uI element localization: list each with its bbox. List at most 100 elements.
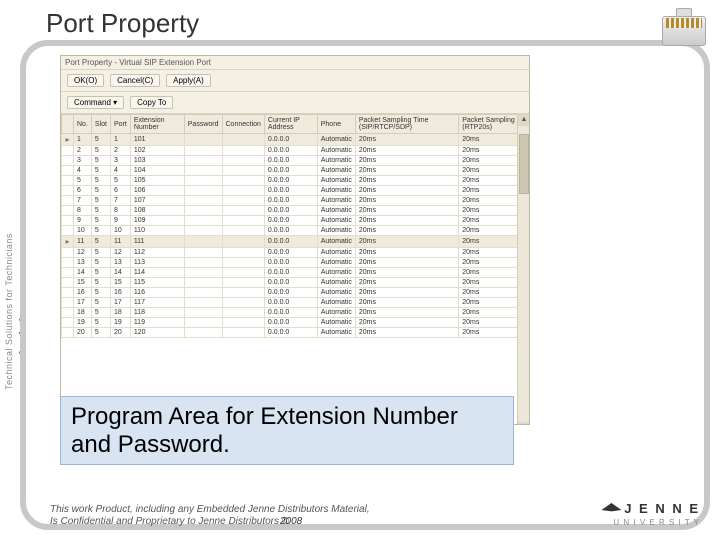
table-cell[interactable] bbox=[184, 318, 222, 328]
table-cell[interactable] bbox=[222, 156, 264, 166]
table-row[interactable]: 125121120.0.0.0Automatic20ms20ms bbox=[62, 248, 529, 258]
table-cell[interactable] bbox=[184, 146, 222, 156]
table-cell[interactable]: Automatic bbox=[317, 328, 355, 338]
table-cell[interactable]: 119 bbox=[130, 318, 184, 328]
table-cell[interactable]: 0.0.0.0 bbox=[264, 288, 317, 298]
table-cell[interactable] bbox=[184, 278, 222, 288]
table-cell[interactable]: Automatic bbox=[317, 156, 355, 166]
table-cell[interactable]: 6 bbox=[74, 186, 92, 196]
table-row[interactable]: 3531030.0.0.0Automatic20ms20ms bbox=[62, 156, 529, 166]
table-cell[interactable]: 20ms bbox=[355, 248, 458, 258]
table-cell[interactable]: 5 bbox=[91, 206, 110, 216]
column-header[interactable]: Port bbox=[110, 115, 130, 134]
table-cell[interactable]: 110 bbox=[130, 226, 184, 236]
table-cell[interactable] bbox=[62, 308, 74, 318]
table-cell[interactable] bbox=[184, 176, 222, 186]
table-cell[interactable]: Automatic bbox=[317, 134, 355, 146]
table-cell[interactable]: 10 bbox=[74, 226, 92, 236]
table-cell[interactable]: 20ms bbox=[355, 134, 458, 146]
table-cell[interactable] bbox=[62, 156, 74, 166]
table-cell[interactable]: Automatic bbox=[317, 146, 355, 156]
table-cell[interactable]: 118 bbox=[130, 308, 184, 318]
table-cell[interactable]: 113 bbox=[130, 258, 184, 268]
table-cell[interactable]: 0.0.0.0 bbox=[264, 236, 317, 248]
table-cell[interactable]: 18 bbox=[74, 308, 92, 318]
table-row[interactable]: 2521020.0.0.0Automatic20ms20ms bbox=[62, 146, 529, 156]
table-cell[interactable] bbox=[222, 288, 264, 298]
table-cell[interactable] bbox=[222, 186, 264, 196]
table-cell[interactable] bbox=[222, 236, 264, 248]
table-cell[interactable]: 20 bbox=[110, 328, 130, 338]
column-header[interactable]: Extension Number bbox=[130, 115, 184, 134]
table-cell[interactable]: 5 bbox=[74, 176, 92, 186]
table-cell[interactable]: 5 bbox=[91, 166, 110, 176]
table-cell[interactable]: 0.0.0.0 bbox=[264, 216, 317, 226]
column-header[interactable]: Connection bbox=[222, 115, 264, 134]
table-cell[interactable]: 0.0.0.0 bbox=[264, 196, 317, 206]
column-header[interactable]: Slot bbox=[91, 115, 110, 134]
column-header[interactable]: Current IP Address bbox=[264, 115, 317, 134]
table-cell[interactable] bbox=[222, 216, 264, 226]
table-cell[interactable]: 117 bbox=[130, 298, 184, 308]
table-cell[interactable]: 116 bbox=[130, 288, 184, 298]
table-cell[interactable]: 109 bbox=[130, 216, 184, 226]
table-cell[interactable] bbox=[62, 186, 74, 196]
table-row[interactable]: ▸1511010.0.0.0Automatic20ms20ms bbox=[62, 134, 529, 146]
table-cell[interactable]: 11 bbox=[110, 236, 130, 248]
table-cell[interactable]: 0.0.0.0 bbox=[264, 226, 317, 236]
table-cell[interactable]: 5 bbox=[91, 176, 110, 186]
table-row[interactable]: 6561060.0.0.0Automatic20ms20ms bbox=[62, 186, 529, 196]
table-cell[interactable] bbox=[184, 216, 222, 226]
table-cell[interactable] bbox=[62, 248, 74, 258]
table-cell[interactable]: 20ms bbox=[355, 268, 458, 278]
table-cell[interactable] bbox=[222, 318, 264, 328]
scroll-down-arrow-icon[interactable]: ▼ bbox=[518, 422, 529, 425]
table-cell[interactable] bbox=[62, 328, 74, 338]
table-cell[interactable]: 5 bbox=[91, 216, 110, 226]
table-cell[interactable] bbox=[62, 298, 74, 308]
table-cell[interactable] bbox=[184, 236, 222, 248]
table-row[interactable]: 4541040.0.0.0Automatic20ms20ms bbox=[62, 166, 529, 176]
scroll-up-arrow-icon[interactable]: ▲ bbox=[518, 114, 529, 126]
table-cell[interactable]: 5 bbox=[91, 248, 110, 258]
table-cell[interactable]: 20ms bbox=[355, 186, 458, 196]
table-cell[interactable]: 4 bbox=[74, 166, 92, 176]
table-cell[interactable]: 13 bbox=[110, 258, 130, 268]
table-cell[interactable]: 3 bbox=[110, 156, 130, 166]
column-header[interactable] bbox=[62, 115, 74, 134]
table-cell[interactable]: 20ms bbox=[355, 156, 458, 166]
table-cell[interactable]: 104 bbox=[130, 166, 184, 176]
table-cell[interactable]: 5 bbox=[110, 176, 130, 186]
table-cell[interactable]: 0.0.0.0 bbox=[264, 156, 317, 166]
table-cell[interactable]: 20ms bbox=[355, 278, 458, 288]
table-cell[interactable]: 16 bbox=[110, 288, 130, 298]
table-cell[interactable]: 9 bbox=[74, 216, 92, 226]
table-cell[interactable]: 5 bbox=[91, 288, 110, 298]
table-row[interactable]: 105101100.0.0.0Automatic20ms20ms bbox=[62, 226, 529, 236]
table-cell[interactable]: 115 bbox=[130, 278, 184, 288]
column-header[interactable]: Phone bbox=[317, 115, 355, 134]
table-row[interactable]: 205201200.0.0.0Automatic20ms20ms bbox=[62, 328, 529, 338]
table-cell[interactable]: Automatic bbox=[317, 236, 355, 248]
table-cell[interactable]: Automatic bbox=[317, 196, 355, 206]
table-cell[interactable]: 8 bbox=[110, 206, 130, 216]
table-cell[interactable]: 15 bbox=[110, 278, 130, 288]
table-cell[interactable]: 5 bbox=[91, 186, 110, 196]
table-cell[interactable]: 14 bbox=[74, 268, 92, 278]
copyto-button[interactable]: Copy To bbox=[130, 96, 173, 109]
table-cell[interactable]: 0.0.0.0 bbox=[264, 146, 317, 156]
table-cell[interactable] bbox=[184, 196, 222, 206]
table-cell[interactable]: Automatic bbox=[317, 176, 355, 186]
table-cell[interactable]: 102 bbox=[130, 146, 184, 156]
table-row[interactable]: 145141140.0.0.0Automatic20ms20ms bbox=[62, 268, 529, 278]
table-cell[interactable]: 5 bbox=[91, 298, 110, 308]
table-cell[interactable]: 5 bbox=[91, 146, 110, 156]
apply-button[interactable]: Apply(A) bbox=[166, 74, 211, 87]
table-cell[interactable] bbox=[222, 268, 264, 278]
table-cell[interactable] bbox=[184, 134, 222, 146]
table-cell[interactable]: 0.0.0.0 bbox=[264, 268, 317, 278]
table-cell[interactable] bbox=[222, 206, 264, 216]
table-cell[interactable]: 4 bbox=[110, 166, 130, 176]
table-cell[interactable]: 16 bbox=[74, 288, 92, 298]
table-row[interactable]: 155151150.0.0.0Automatic20ms20ms bbox=[62, 278, 529, 288]
